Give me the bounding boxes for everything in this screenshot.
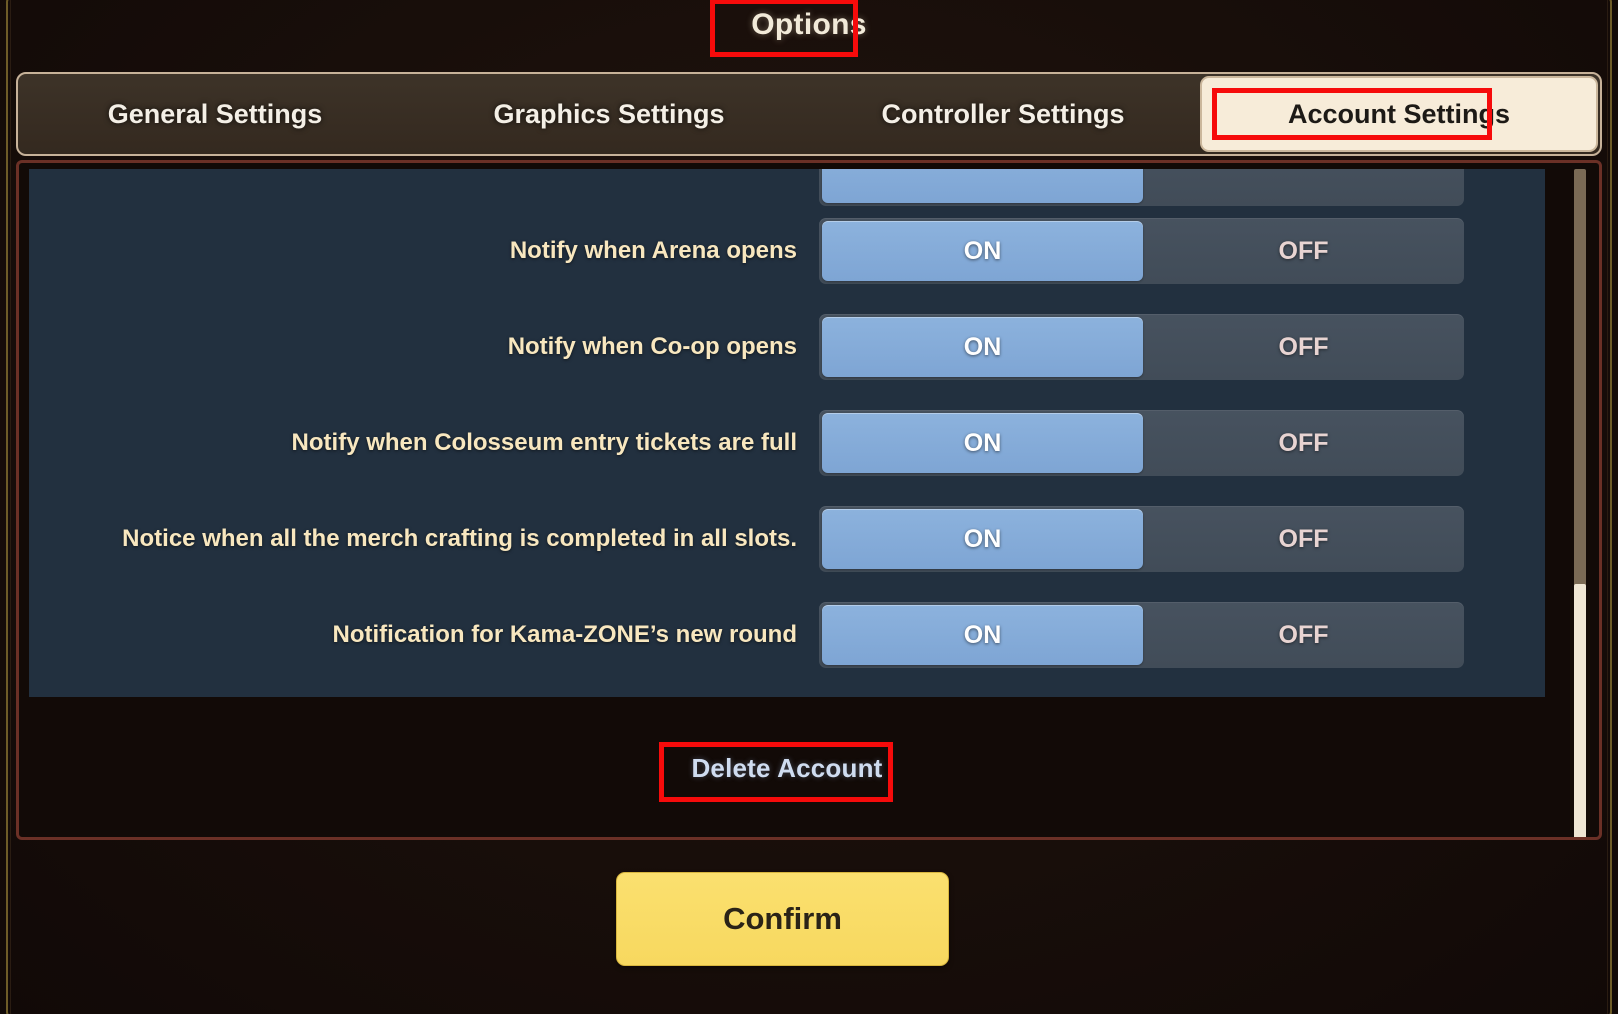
tab-controller-settings-label: Controller Settings (881, 98, 1125, 129)
settings-row-label-kamazone: Notification for Kama-ZONE’s new round (332, 620, 797, 648)
toggle-off-option[interactable]: OFF (1143, 506, 1464, 572)
tab-general-settings[interactable]: General Settings (18, 77, 412, 151)
scrollbar-thumb[interactable] (1574, 584, 1586, 837)
settings-row-partial[interactable] (29, 169, 1545, 206)
page-title: Options (751, 8, 867, 41)
toggle-partial[interactable] (819, 169, 1464, 206)
toggle-notice-merch-crafting[interactable]: ON OFF (819, 506, 1464, 572)
toggle-on-option[interactable]: ON (822, 509, 1143, 569)
tab-controller-settings[interactable]: Controller Settings (806, 77, 1200, 151)
delete-account-zone: Delete Account (29, 703, 1545, 833)
toggle-on-option[interactable] (822, 169, 1143, 203)
settings-row-label-arena: Notify when Arena opens (509, 236, 797, 264)
tab-account-settings-label: Account Settings (1287, 98, 1510, 129)
toggle-notify-coop[interactable]: ON OFF (819, 314, 1464, 380)
table-row[interactable]: Notify when Colosseum entry tickets are … (29, 395, 1545, 491)
tab-general-settings-label: General Settings (107, 98, 323, 129)
table-row[interactable]: Notify when Arena opens ON OFF (29, 203, 1545, 299)
settings-row-label-coop: Notify when Co-op opens (507, 332, 797, 360)
toggle-notification-kamazone[interactable]: ON OFF (819, 602, 1464, 668)
options-screen: Options General Settings Graphics Settin… (0, 0, 1618, 1014)
settings-scroll-area[interactable]: Notify when Arena opens ON OFF Notify wh… (29, 169, 1545, 697)
vertical-scrollbar[interactable] (1574, 169, 1586, 837)
tab-graphics-settings[interactable]: Graphics Settings (412, 77, 806, 151)
toggle-on-option[interactable]: ON (822, 221, 1143, 281)
toggle-on-option[interactable]: ON (822, 413, 1143, 473)
account-settings-panel: Notify when Arena opens ON OFF Notify wh… (16, 160, 1602, 840)
table-row[interactable]: Notify when Co-op opens ON OFF (29, 299, 1545, 395)
toggle-on-option[interactable]: ON (822, 317, 1143, 377)
table-row[interactable]: Notice when all the merch crafting is co… (29, 491, 1545, 587)
toggle-off-option[interactable]: OFF (1143, 314, 1464, 380)
delete-account-button[interactable]: Delete Account (691, 753, 882, 784)
confirm-button[interactable]: Confirm (616, 872, 949, 966)
settings-tab-bar: General Settings Graphics Settings Contr… (16, 72, 1602, 156)
toggle-on-option[interactable]: ON (822, 605, 1143, 665)
toggle-off-option[interactable] (1143, 169, 1464, 206)
toggle-notify-colosseum[interactable]: ON OFF (819, 410, 1464, 476)
toggle-off-option[interactable]: OFF (1143, 410, 1464, 476)
title-bar: Options (0, 0, 1618, 66)
table-row[interactable]: Notification for Kama-ZONE’s new round O… (29, 587, 1545, 683)
settings-row-label-colosseum: Notify when Colosseum entry tickets are … (291, 428, 797, 456)
tab-account-settings[interactable]: Account Settings (1200, 76, 1598, 152)
toggle-off-option[interactable]: OFF (1143, 218, 1464, 284)
toggle-notify-arena[interactable]: ON OFF (819, 218, 1464, 284)
toggle-off-option[interactable]: OFF (1143, 602, 1464, 668)
tab-graphics-settings-label: Graphics Settings (493, 98, 725, 129)
settings-row-label-merch-crafting: Notice when all the merch crafting is co… (122, 524, 797, 552)
